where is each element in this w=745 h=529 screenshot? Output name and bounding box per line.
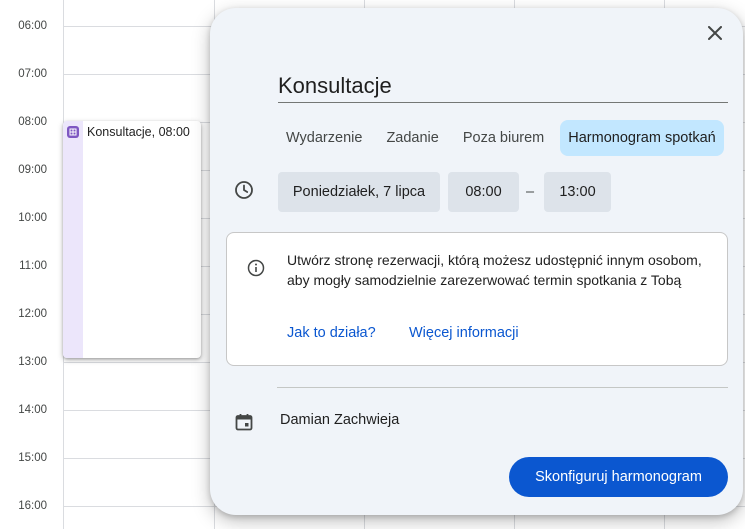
time-label: 06:00 [18,20,47,32]
time-label: 11:00 [19,260,47,272]
event-color-strip [63,121,83,358]
time-label: 07:00 [18,68,47,80]
time-label: 09:00 [18,164,47,176]
time-label: 10:00 [18,212,47,224]
tab-event[interactable]: Wydarzenie [278,120,370,156]
clock-icon [234,180,254,200]
end-time-chip[interactable]: 13:00 [544,172,611,212]
configure-schedule-button[interactable]: Skonfiguruj harmonogram [509,457,728,497]
tab-appointment-schedule[interactable]: Harmonogram spotkań [560,120,724,156]
start-time-chip[interactable]: 08:00 [448,172,519,212]
info-card: Utwórz stronę rezerwacji, którą możesz u… [226,232,728,366]
time-label: 12:00 [18,308,47,320]
time-label: 08:00 [18,116,47,128]
calendar-owner[interactable]: Damian Zachwieja [280,412,399,428]
close-icon [708,25,722,45]
info-icon [247,259,265,277]
divider [277,387,728,388]
date-picker-chip[interactable]: Poniedziałek, 7 lipca [278,172,440,212]
time-label: 14:00 [18,404,47,416]
more-info-link[interactable]: Więcej informacji [409,325,519,341]
time-range-separator: – [526,184,535,200]
calendar-grid-icon [67,126,79,138]
time-label: 16:00 [18,500,47,512]
event-create-dialog: Konsultacje Wydarzenie Zadanie Poza biur… [210,8,743,515]
time-column: 06:00 07:00 08:00 09:00 10:00 11:00 12:0… [0,0,63,529]
tab-out-of-office[interactable]: Poza biurem [455,120,552,156]
how-it-works-link[interactable]: Jak to działa? [287,325,376,341]
calendar-event[interactable]: Konsultacje, 08:00 [63,121,201,358]
title-input[interactable]: Konsultacje [278,72,728,103]
time-label: 13:00 [18,356,47,368]
time-label: 15:00 [18,452,47,464]
calendar-icon [234,412,254,432]
info-text: Utwórz stronę rezerwacji, którą możesz u… [287,252,702,288]
tab-task[interactable]: Zadanie [378,120,446,156]
event-title: Konsultacje, 08:00 [87,125,190,139]
close-button[interactable] [703,23,727,47]
event-type-tabs: Wydarzenie Zadanie Poza biurem Harmonogr… [278,120,732,156]
